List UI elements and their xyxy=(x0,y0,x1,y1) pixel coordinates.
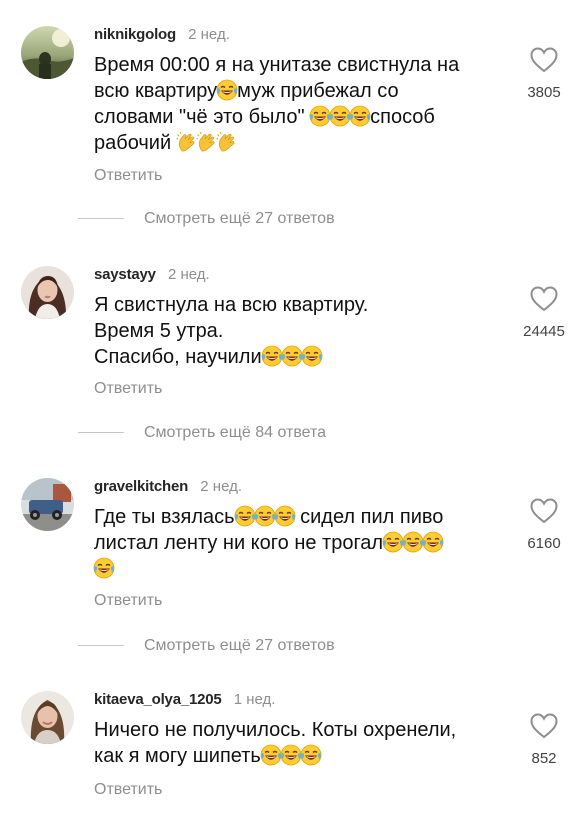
laughing-tears-emoji-icon xyxy=(261,345,283,367)
view-replies-label: Смотреть ещё 27 ответов xyxy=(144,637,335,654)
timestamp: 1 нед. xyxy=(233,691,276,708)
comment-meta: saystayy 2 нед. xyxy=(94,266,210,283)
comment-text: Я свистнула на всю квартиру. Время 5 утра… xyxy=(94,292,494,370)
laughing-tears-emoji-icon xyxy=(93,557,115,579)
username[interactable]: niknikgolog xyxy=(94,26,176,43)
like-control: 6160 xyxy=(514,497,574,552)
comment-text-fragment: способ xyxy=(370,106,435,128)
reply-button[interactable]: Ответить xyxy=(94,592,162,610)
comment-meta: gravelkitchen 2 нед. xyxy=(94,478,242,495)
like-count: 24445 xyxy=(523,323,565,340)
comment-text-line xyxy=(93,556,494,582)
laughing-tears-emoji-icon xyxy=(274,505,296,527)
comment-text-line: всю квартиру муж прибежал со xyxy=(94,78,494,104)
view-replies-button[interactable]: Смотреть ещё 27 ответов xyxy=(78,210,335,230)
comment-text-line: словами "чё это было" способ xyxy=(94,104,494,130)
avatar[interactable] xyxy=(21,478,74,531)
comment-text-line: Я свистнула на всю квартиру. xyxy=(94,292,494,318)
divider-line xyxy=(78,218,124,220)
laughing-tears-emoji-icon xyxy=(216,79,238,101)
like-control: 24445 xyxy=(514,285,574,340)
laughing-tears-emoji-icon xyxy=(281,345,303,367)
comment-text-line: Ничего не получилось. Коты охренели, xyxy=(94,717,494,743)
laughing-tears-emoji-icon xyxy=(280,744,302,766)
like-count: 6160 xyxy=(527,535,561,552)
avatar[interactable] xyxy=(21,691,74,744)
laughing-tears-emoji-icon xyxy=(422,531,444,553)
comment-text-fragment: Где ты взялась xyxy=(94,506,235,528)
comment-text-fragment: Ничего не получилось. Коты охренели, xyxy=(94,719,457,741)
comment-text-fragment: словами "чё это было" xyxy=(94,106,311,128)
heart-icon[interactable] xyxy=(529,46,559,74)
laughing-tears-emoji-icon xyxy=(301,345,323,367)
laughing-tears-emoji-icon xyxy=(329,105,351,127)
comment-text-line: Где ты взялась сидел пил пиво xyxy=(94,504,494,530)
reply-button[interactable]: Ответить xyxy=(94,380,162,398)
comment-text-line: Время 00:00 я на унитазе свистнула на xyxy=(94,52,494,78)
comment-text-fragment: как я могу шипеть xyxy=(94,745,261,767)
timestamp: 2 нед. xyxy=(167,266,210,283)
divider-line xyxy=(78,432,124,434)
laughing-tears-emoji-icon xyxy=(382,531,404,553)
laughing-tears-emoji-icon xyxy=(254,505,276,527)
clapping-hands-emoji-icon xyxy=(216,131,238,153)
like-count: 3805 xyxy=(527,84,561,101)
comment-text: Время 00:00 я на унитазе свистнула на всю… xyxy=(94,52,494,156)
heart-icon[interactable] xyxy=(529,712,559,740)
like-control: 852 xyxy=(514,712,574,767)
comment-text: Где ты взялась сидел пил пиво листал лент… xyxy=(93,504,494,582)
laughing-tears-emoji-icon xyxy=(309,105,331,127)
view-replies-button[interactable]: Смотреть ещё 84 ответа xyxy=(78,424,326,444)
avatar[interactable] xyxy=(21,266,74,319)
clapping-hands-emoji-icon xyxy=(176,131,198,153)
comment-meta: niknikgolog 2 нед. xyxy=(94,26,230,43)
divider-line xyxy=(78,645,124,647)
comment-text-fragment: муж прибежал со xyxy=(237,80,399,102)
comment-text-fragment: всю квартиру xyxy=(94,80,218,102)
comment-text-fragment: Я свистнула на всю квартиру. xyxy=(94,294,369,316)
heart-icon[interactable] xyxy=(529,285,559,313)
laughing-tears-emoji-icon xyxy=(349,105,371,127)
comment-text: Ничего не получилось. Коты охренели, как … xyxy=(94,717,494,769)
reply-button[interactable]: Ответить xyxy=(94,781,162,799)
timestamp: 2 нед. xyxy=(188,26,230,43)
comment-meta: kitaeva_olya_1205 1 нед. xyxy=(94,691,275,708)
laughing-tears-emoji-icon xyxy=(300,744,322,766)
like-count: 852 xyxy=(531,750,557,767)
laughing-tears-emoji-icon xyxy=(402,531,424,553)
comment-text-fragment: сидел пил пиво xyxy=(294,506,444,528)
avatar[interactable] xyxy=(21,26,74,79)
comment-text-line: Спасибо, научили xyxy=(94,344,494,370)
timestamp: 2 нед. xyxy=(200,478,243,495)
reply-button[interactable]: Ответить xyxy=(94,167,162,185)
laughing-tears-emoji-icon xyxy=(234,505,256,527)
comment-text-fragment: листал ленту ни кого не трогал xyxy=(94,532,384,554)
view-replies-button[interactable]: Смотреть ещё 27 ответов xyxy=(78,637,335,657)
comment-text-fragment: Спасибо, научили xyxy=(94,346,262,368)
username[interactable]: kitaeva_olya_1205 xyxy=(94,691,222,708)
username[interactable]: gravelkitchen xyxy=(94,478,188,495)
laughing-tears-emoji-icon xyxy=(260,744,282,766)
comment-text-fragment: рабочий xyxy=(94,132,177,154)
comment-text-line: рабочий xyxy=(94,130,494,156)
username[interactable]: saystayy xyxy=(94,266,156,283)
view-replies-label: Смотреть ещё 84 ответа xyxy=(144,424,327,441)
comment-text-line: Время 5 утра. xyxy=(94,318,494,344)
like-control: 3805 xyxy=(514,46,574,101)
comment-text-fragment: Время 00:00 я на унитазе свистнула на xyxy=(94,54,460,76)
comment-text-line: листал ленту ни кого не трогал xyxy=(94,530,494,556)
view-replies-label: Смотреть ещё 27 ответов xyxy=(144,210,335,227)
heart-icon[interactable] xyxy=(529,497,559,525)
comment-text-line: как я могу шипеть xyxy=(94,743,494,769)
clapping-hands-emoji-icon xyxy=(196,131,218,153)
comment-text-fragment: Время 5 утра. xyxy=(94,320,224,342)
